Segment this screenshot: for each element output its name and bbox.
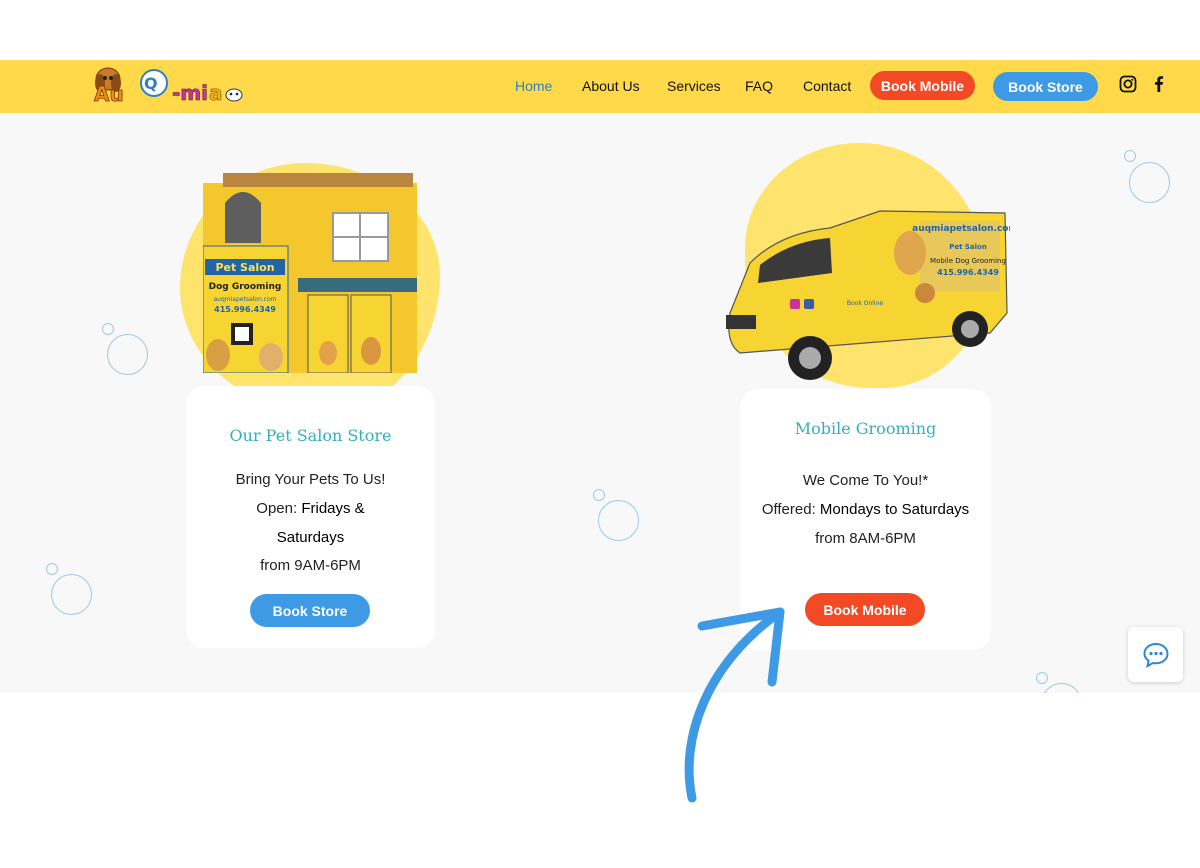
van-brand-text: Pet Salon — [949, 243, 987, 251]
svg-text:Au: Au — [94, 82, 124, 105]
facebook-icon[interactable] — [1150, 75, 1168, 93]
mobile-offered-label: Offered: — [761, 501, 820, 518]
nav-services[interactable]: Services — [667, 78, 721, 94]
bubble-decoration — [1041, 683, 1082, 693]
nav-about[interactable]: About Us — [582, 78, 640, 94]
bubble-decoration — [102, 323, 114, 335]
svg-text:-mi: -mi — [172, 81, 208, 105]
nav-contact[interactable]: Contact — [803, 78, 851, 94]
van-url-text: auqmiapetsalon.com — [912, 224, 1010, 234]
annotation-arrow — [684, 607, 785, 803]
bubble-decoration — [51, 574, 92, 615]
van-phone-text: 415.996.4349 — [937, 268, 999, 277]
store-sign-pet-salon: Pet Salon — [215, 261, 274, 274]
mobile-card-tagline: We Come To You!* — [802, 472, 929, 489]
store-sign-phone: 415.996.4349 — [214, 305, 276, 314]
bubble-decoration — [46, 563, 58, 575]
mobile-card-hours: from 8AM-6PM — [815, 530, 916, 547]
store-open-label: Open: — [256, 500, 302, 517]
services-section: Pet Salon Dog Grooming auqmiapetsalon.co… — [0, 113, 1200, 693]
van-service-text: Mobile Dog Grooming — [930, 257, 1006, 265]
svg-text:Q: Q — [144, 74, 158, 93]
mobile-card-offered: Offered: Mondays to Saturdays — [740, 500, 991, 520]
store-open-days-2: Saturdays — [276, 529, 345, 546]
instagram-icon[interactable] — [1119, 75, 1137, 93]
bubble-decoration — [1036, 672, 1048, 684]
van-book-online-text: Book Online — [847, 300, 884, 307]
store-card: Our Pet Salon Store Bring Your Pets To U… — [186, 386, 435, 648]
store-card-tagline: Bring Your Pets To Us! — [235, 471, 386, 488]
store-card-open: Open: Fridays & — [186, 499, 435, 519]
mobile-van-image: auqmiapetsalon.com Pet Salon Mobile Dog … — [726, 210, 1010, 380]
store-building-image: Pet Salon Dog Grooming auqmiapetsalon.co… — [203, 173, 417, 373]
book-mobile-nav-button[interactable]: Book Mobile — [870, 71, 975, 100]
store-sign-dog-grooming: Dog Grooming — [209, 282, 282, 292]
store-card-hours: from 9AM-6PM — [260, 557, 361, 574]
book-mobile-button[interactable]: Book Mobile — [805, 593, 925, 626]
bubble-decoration — [593, 489, 605, 501]
page: Au Q -mi a Home About Us Services FAQ Co… — [0, 0, 1200, 868]
book-store-nav-button[interactable]: Book Store — [993, 72, 1098, 101]
nav-faq[interactable]: FAQ — [745, 78, 773, 94]
mobile-card-title: Mobile Grooming — [794, 419, 937, 438]
store-card-title: Our Pet Salon Store — [229, 426, 392, 445]
bubble-decoration — [107, 334, 148, 375]
site-logo[interactable]: Au Q -mi a — [92, 65, 244, 105]
nav-home[interactable]: Home — [515, 78, 552, 94]
store-open-days: Fridays & — [301, 500, 365, 517]
mobile-offered-days: Mondays to Saturdays — [819, 501, 970, 518]
book-store-button[interactable]: Book Store — [250, 594, 370, 627]
store-card-open-days-2: Saturdays — [186, 528, 435, 548]
svg-text:a: a — [209, 81, 223, 105]
store-sign-url: auqmiapetsalon.com — [214, 296, 277, 303]
bubble-decoration — [1129, 162, 1170, 203]
chat-button[interactable] — [1128, 627, 1183, 682]
bubble-decoration — [1124, 150, 1136, 162]
bubble-decoration — [598, 500, 639, 541]
chat-bubble-icon — [1142, 642, 1169, 668]
